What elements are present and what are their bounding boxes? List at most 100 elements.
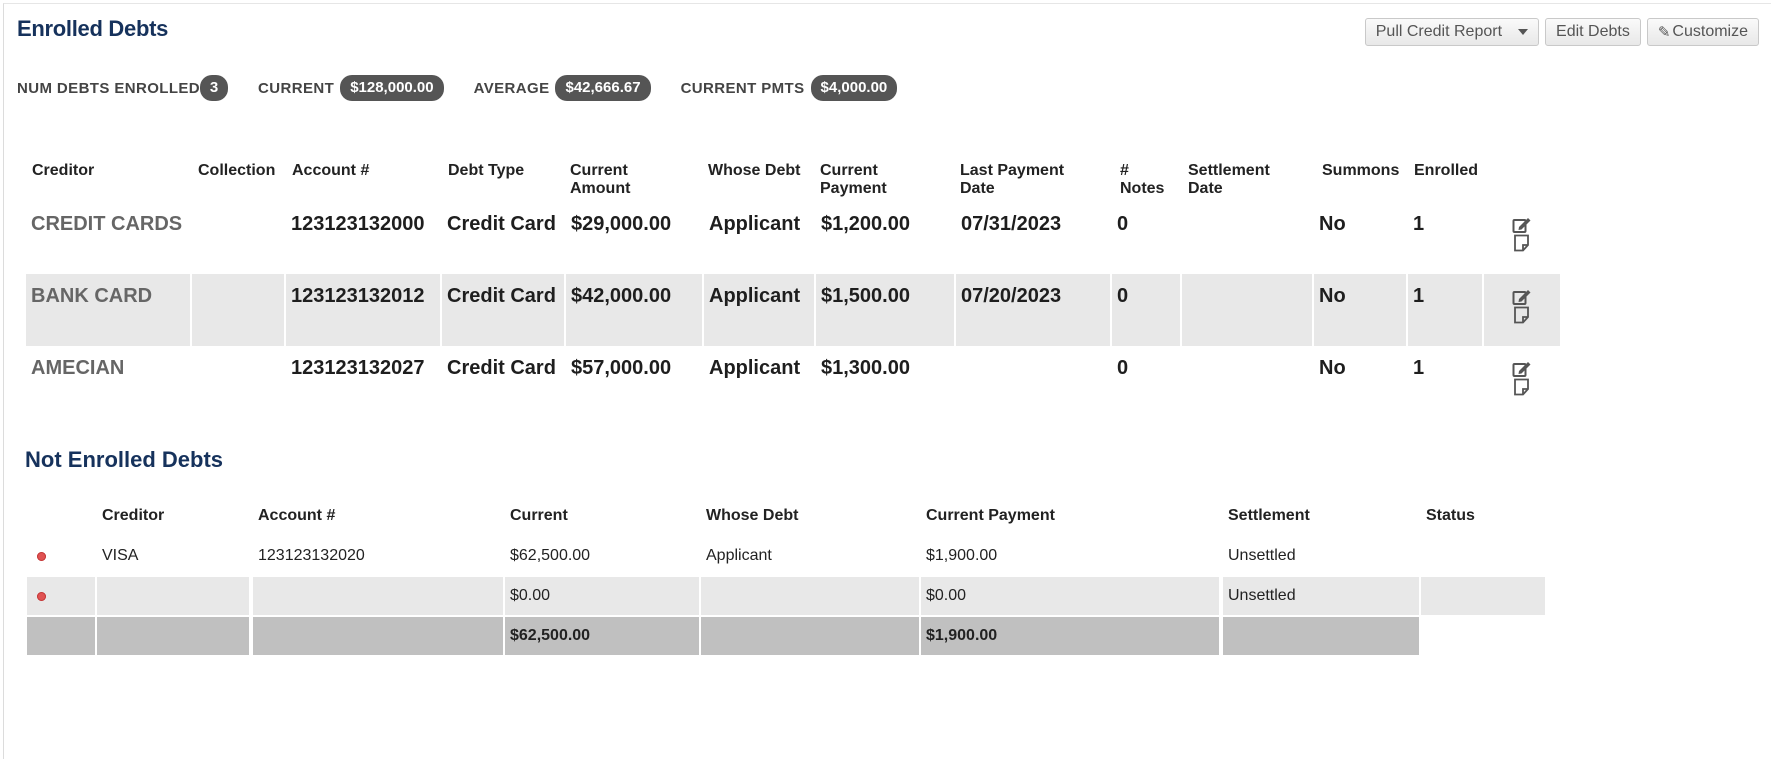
creditor: VISA	[102, 547, 139, 564]
current: $0.00	[505, 577, 699, 615]
debt-type: Credit Card	[447, 285, 556, 307]
edit-debts-label: Edit Debts	[1556, 23, 1630, 40]
customize-label: Customize	[1672, 23, 1748, 40]
settlement: Unsettled	[1228, 547, 1296, 564]
edit-icon[interactable]	[1512, 216, 1532, 234]
current-payment: $0.00	[921, 577, 1219, 615]
enrolled-debts-table: Creditor Collection Account # Debt Type …	[26, 162, 1560, 418]
status-dot-icon	[37, 551, 46, 561]
section-title-not-enrolled: Not Enrolled Debts	[25, 447, 224, 472]
account-number: 123123132012	[291, 285, 425, 307]
table-header: Creditor Account # Current Whose Debt Cu…	[27, 497, 1545, 537]
caret-down-icon	[1518, 29, 1529, 35]
col-settlement[interactable]: Settlement	[1223, 497, 1419, 535]
toolbar: Pull Credit Report Edit Debts ✎ Customiz…	[1364, 18, 1759, 46]
current-payment: $1,900.00	[926, 547, 998, 564]
col-current[interactable]: Current	[505, 497, 699, 535]
enrolled-count: 1	[1413, 357, 1425, 379]
whose-debt: Applicant	[709, 357, 801, 379]
total-current: $62,500.00	[505, 617, 699, 655]
col-current-payment[interactable]: Current Payment	[921, 497, 1219, 535]
settlement: Unsettled	[1223, 577, 1419, 615]
creditor	[97, 577, 249, 615]
stat-label: AVERAGE	[473, 79, 550, 97]
stat-average: AVERAGE $42,666.67	[474, 75, 651, 101]
account-number: 123123132000	[291, 213, 425, 235]
table-row: CREDIT CARDS 123123132000 Credit Card $2…	[30, 202, 1560, 274]
debt-type: Credit Card	[447, 213, 556, 235]
col-settlement-date[interactable]: Settlement Date	[1188, 162, 1288, 198]
current-payment: $1,500.00	[821, 285, 910, 307]
whose-debt: Applicant	[709, 285, 801, 307]
current: $62,500.00	[510, 547, 591, 564]
edit-debts-button[interactable]: Edit Debts	[1545, 18, 1641, 46]
current-payment: $1,300.00	[821, 357, 910, 379]
table-header: Creditor Collection Account # Debt Type …	[30, 162, 1560, 202]
creditor-link[interactable]: CREDIT CARDS	[31, 213, 182, 235]
edit-icon[interactable]	[1512, 360, 1532, 378]
current-amount: $29,000.00	[571, 213, 672, 235]
creditor-link[interactable]: AMECIAN	[31, 357, 124, 379]
account-number: 123123132027	[291, 357, 425, 379]
col-notes[interactable]: # Notes	[1120, 162, 1170, 198]
status-dot-icon	[37, 591, 46, 601]
col-account[interactable]: Account #	[292, 162, 369, 180]
enrolled-debts-panel: Enrolled Debts Pull Credit Report Edit D…	[3, 3, 1771, 759]
totals-row: $62,500.00 $1,900.00	[27, 617, 1545, 657]
stat-label: CURRENT PMTS	[680, 79, 805, 97]
stat-badge: $128,000.00	[340, 75, 444, 101]
col-current-amount[interactable]: Current Amount	[570, 162, 660, 198]
status	[1421, 537, 1545, 575]
table-row: VISA 123123132020 $62,500.00 Applicant $…	[27, 537, 1545, 577]
current-amount: $57,000.00	[571, 357, 672, 379]
table-row: $0.00 $0.00 Unsettled	[27, 577, 1545, 617]
col-debt-type[interactable]: Debt Type	[448, 162, 524, 180]
pencil-icon: ✎	[1657, 24, 1671, 41]
last-payment-date: 07/20/2023	[961, 285, 1062, 307]
summons: No	[1319, 285, 1346, 307]
creditor-link[interactable]: BANK CARD	[31, 285, 152, 307]
current-amount: $42,000.00	[571, 285, 672, 307]
col-whose-debt[interactable]: Whose Debt	[708, 162, 800, 180]
status	[1421, 577, 1545, 615]
last-payment-date: 07/31/2023	[961, 213, 1062, 235]
note-icon[interactable]	[1512, 234, 1532, 252]
whose-debt	[701, 577, 919, 615]
stat-badge: $4,000.00	[810, 75, 898, 101]
account-number	[253, 577, 503, 615]
debt-type: Credit Card	[447, 357, 556, 379]
customize-button[interactable]: ✎ Customize	[1646, 18, 1759, 46]
col-summons[interactable]: Summons	[1322, 162, 1399, 180]
pull-credit-report-label: Pull Credit Report	[1375, 23, 1503, 40]
col-creditor[interactable]: Creditor	[97, 497, 247, 535]
col-current-payment[interactable]: Current Payment	[820, 162, 910, 198]
pull-credit-report-button[interactable]: Pull Credit Report	[1364, 18, 1540, 46]
current-payment: $1,200.00	[821, 213, 910, 235]
note-icon[interactable]	[1512, 378, 1532, 396]
page-title: Enrolled Debts	[17, 16, 169, 41]
summons: No	[1319, 357, 1346, 379]
notes-count: 0	[1117, 357, 1129, 379]
col-whose-debt[interactable]: Whose Debt	[701, 497, 919, 535]
col-creditor[interactable]: Creditor	[32, 162, 94, 180]
stat-current: CURRENT $128,000.00	[258, 75, 444, 101]
enrolled-count: 1	[1413, 213, 1425, 235]
note-icon[interactable]	[1512, 306, 1532, 324]
col-account[interactable]: Account #	[253, 497, 503, 535]
notes-count: 0	[1117, 285, 1129, 307]
col-collection[interactable]: Collection	[198, 162, 275, 180]
stat-label: NUM DEBTS ENROLLED	[17, 79, 201, 97]
col-last-payment-date[interactable]: Last Payment Date	[960, 162, 1100, 198]
stat-current-pmts: CURRENT PMTS $4,000.00	[681, 75, 898, 101]
account-number: 123123132020	[258, 547, 365, 564]
total-current-payment: $1,900.00	[921, 617, 1219, 655]
stat-label: CURRENT	[258, 79, 335, 97]
not-enrolled-debts-table: Creditor Account # Current Whose Debt Cu…	[27, 497, 1545, 657]
col-status[interactable]: Status	[1421, 497, 1545, 535]
enrolled-count: 1	[1413, 285, 1425, 307]
stat-num-debts: NUM DEBTS ENROLLED 3	[17, 75, 229, 101]
edit-icon[interactable]	[1512, 288, 1532, 306]
stat-badge: 3	[200, 75, 229, 101]
col-enrolled[interactable]: Enrolled	[1414, 162, 1478, 180]
table-row: BANK CARD 123123132012 Credit Card $42,0…	[26, 274, 1560, 346]
